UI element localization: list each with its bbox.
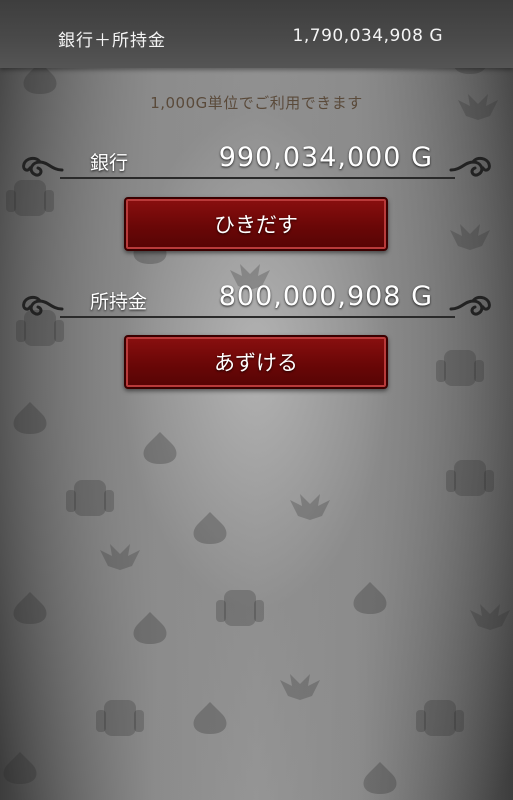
wallet-label: 所持金 [90,291,148,313]
scroll-ornament-icon [449,295,491,316]
bank-label: 銀行 [90,152,129,174]
deposit-button[interactable]: あずける [124,335,388,389]
divider [60,177,455,179]
bank-screen: 銀行＋所持金 1,790,034,908 G 1,000G単位でご利用できます … [0,0,513,800]
scroll-ornament-icon [449,156,491,177]
background-pattern [3,24,510,794]
scroll-ornament-icon [22,295,64,316]
total-label: 銀行＋所持金 [58,31,166,51]
bank-row: 銀行 990,034,000 G [0,142,513,182]
scroll-ornament-icon [22,156,64,177]
divider [60,316,455,318]
withdraw-button[interactable]: ひきだす [124,197,388,251]
bank-value: 990,034,000 G [218,142,433,173]
total-value: 1,790,034,908 G [292,26,443,46]
wallet-row: 所持金 800,000,908 G [0,281,513,321]
unit-note: 1,000G単位でご利用できます [150,94,363,112]
wallet-value: 800,000,908 G [218,281,433,312]
total-header: 銀行＋所持金 1,790,034,908 G [0,0,513,68]
